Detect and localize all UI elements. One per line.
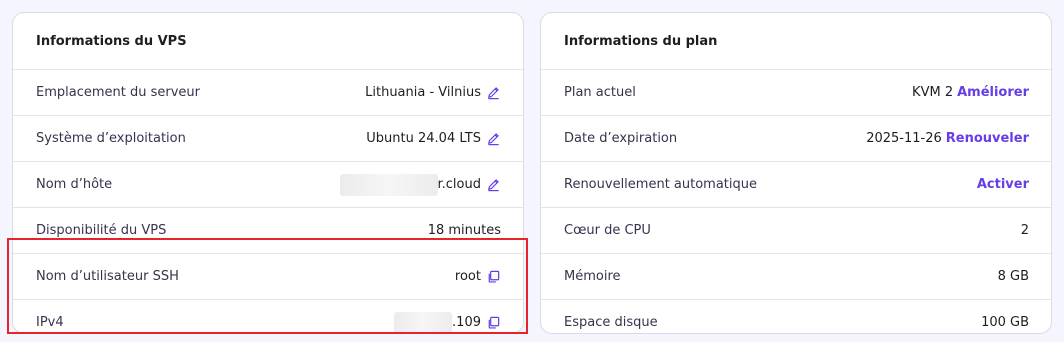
- edit-hostname-pencil-icon[interactable]: [485, 177, 501, 193]
- edit-location-pencil-icon[interactable]: [485, 85, 501, 101]
- cpu-label: Cœur de CPU: [564, 223, 651, 238]
- row-server-location: Emplacement du serveur Lithuania - Vilni…: [13, 69, 523, 115]
- vps-info-title: Informations du VPS: [36, 33, 187, 49]
- edit-os-pencil-icon[interactable]: [485, 131, 501, 147]
- memory-value: 8 GB: [997, 269, 1029, 284]
- disk-label: Espace disque: [564, 315, 658, 330]
- row-memory: Mémoire 8 GB: [541, 253, 1051, 299]
- copy-ipv4-copy-icon[interactable]: [485, 315, 501, 331]
- row-ssh-username: Nom d’utilisateur SSH root: [13, 253, 523, 299]
- vps-overview-page: Informations du VPS Emplacement du serve…: [0, 0, 1064, 342]
- ssh-username-label: Nom d’utilisateur SSH: [36, 269, 179, 284]
- auto-renewal-label: Renouvellement automatique: [564, 177, 758, 192]
- ipv4-label: IPv4: [36, 315, 64, 330]
- memory-label: Mémoire: [564, 269, 621, 284]
- upgrade-link[interactable]: Améliorer: [957, 85, 1029, 100]
- plan-info-card: Informations du plan Plan actuel KVM 2 A…: [540, 12, 1052, 334]
- hostname-label: Nom d’hôte: [36, 177, 113, 192]
- row-current-plan: Plan actuel KVM 2 Améliorer: [541, 69, 1051, 115]
- row-ipv4: IPv4 .109: [13, 299, 523, 333]
- current-plan-value: KVM 2: [912, 85, 954, 100]
- os-label: Système d’exploitation: [36, 131, 186, 146]
- hostname-value: r.cloud: [437, 177, 482, 192]
- os-value: Ubuntu 24.04 LTS: [366, 131, 481, 146]
- renew-link[interactable]: Renouveler: [946, 131, 1029, 146]
- cpu-value: 2: [1020, 223, 1029, 238]
- server-location-value: Lithuania - Vilnius: [365, 85, 481, 100]
- activate-auto-renewal-link[interactable]: Activer: [977, 177, 1029, 192]
- row-cpu-cores: Cœur de CPU 2: [541, 207, 1051, 253]
- row-vps-uptime: Disponibilité du VPS 18 minutes: [13, 207, 523, 253]
- expiry-value: 2025-11-26: [866, 131, 942, 146]
- ipv4-value: .109: [452, 315, 481, 330]
- expiry-label: Date d’expiration: [564, 131, 678, 146]
- current-plan-label: Plan actuel: [564, 85, 636, 100]
- vps-info-card: Informations du VPS Emplacement du serve…: [12, 12, 524, 334]
- ipv4-redacted: [394, 311, 453, 333]
- uptime-value: 18 minutes: [427, 223, 501, 238]
- copy-ssh-copy-icon[interactable]: [485, 269, 501, 285]
- uptime-label: Disponibilité du VPS: [36, 223, 167, 238]
- row-auto-renewal: Renouvellement automatique Activer: [541, 161, 1051, 207]
- ssh-username-value: root: [454, 269, 481, 284]
- row-hostname: Nom d’hôte r.cloud: [13, 161, 523, 207]
- row-disk-space: Espace disque 100 GB: [541, 299, 1051, 333]
- row-expiry-date: Date d’expiration 2025-11-26 Renouveler: [541, 115, 1051, 161]
- server-location-label: Emplacement du serveur: [36, 85, 200, 100]
- plan-info-title: Informations du plan: [564, 33, 718, 49]
- disk-value: 100 GB: [981, 315, 1029, 330]
- hostname-redacted: [339, 173, 438, 196]
- row-operating-system: Système d’exploitation Ubuntu 24.04 LTS: [13, 115, 523, 161]
